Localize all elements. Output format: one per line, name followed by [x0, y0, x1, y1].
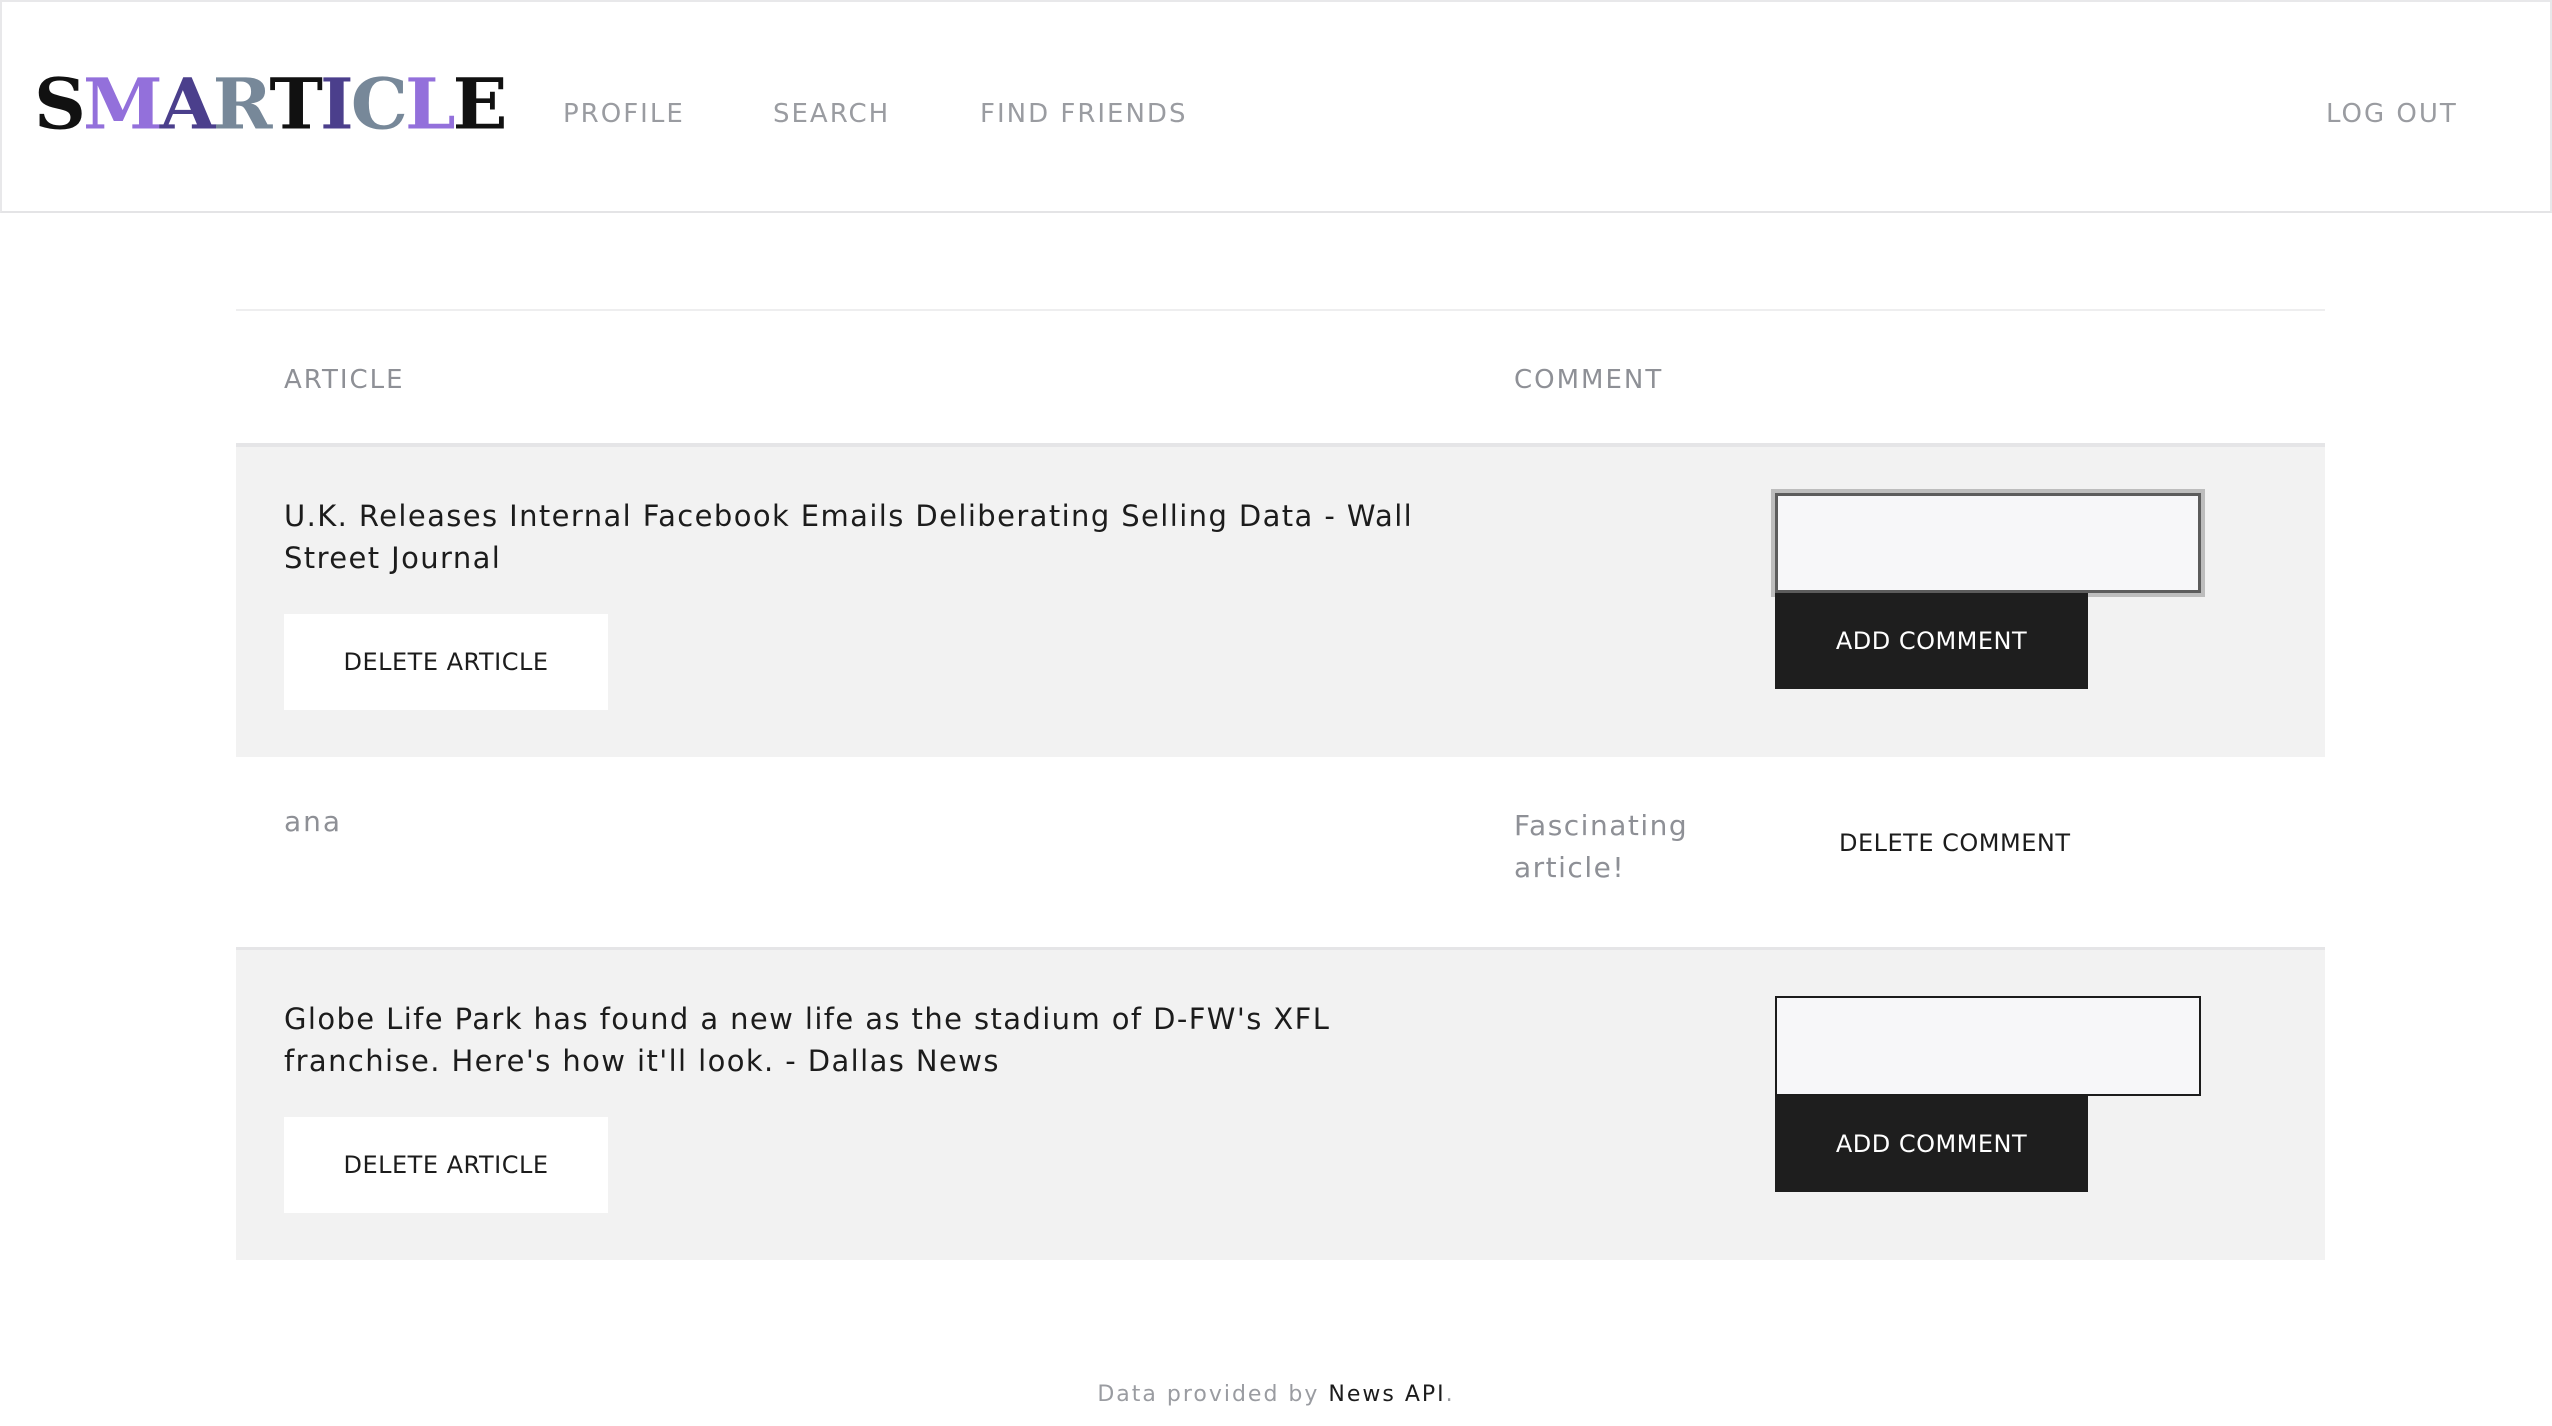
- nav-logout-link[interactable]: LOG OUT: [2326, 98, 2458, 130]
- column-header-article: ARTICLE: [284, 365, 405, 395]
- top-navbar: S M A R T I C L E PROFILE SEARCH FIND FR…: [0, 0, 2552, 213]
- logo-letter: C: [350, 61, 408, 146]
- comment-input[interactable]: [1775, 493, 2201, 593]
- add-comment-button[interactable]: ADD COMMENT: [1775, 593, 2088, 689]
- nav-find-friends-link[interactable]: FIND FRIENDS: [980, 98, 1187, 130]
- column-header-comment: COMMENT: [1514, 365, 1664, 395]
- nav-search-link[interactable]: SEARCH: [773, 98, 890, 130]
- logo-letter: S: [34, 61, 86, 146]
- add-comment-button[interactable]: ADD COMMENT: [1775, 1096, 2088, 1192]
- nav-profile-link[interactable]: PROFILE: [563, 98, 685, 130]
- article-title[interactable]: U.K. Releases Internal Facebook Emails D…: [284, 495, 1484, 579]
- news-api-link[interactable]: News API: [1328, 1382, 1445, 1407]
- footer-attribution: Data provided by News API.: [0, 1382, 2552, 1407]
- logo-letter: M: [83, 61, 163, 146]
- article-row: Globe Life Park has found a new life as …: [236, 950, 2325, 1260]
- delete-article-button[interactable]: DELETE ARTICLE: [284, 614, 608, 710]
- comment-text: Fascinating article!: [1514, 809, 1689, 884]
- comment-input[interactable]: [1775, 996, 2201, 1096]
- delete-comment-button[interactable]: DELETE COMMENT: [1775, 813, 2134, 873]
- footer-prefix: Data provided by: [1097, 1382, 1329, 1407]
- delete-article-button[interactable]: DELETE ARTICLE: [284, 1117, 608, 1213]
- logo-letter: T: [269, 61, 323, 146]
- comment-row: ana Fascinating article! DELETE COMMENT: [236, 757, 2325, 950]
- logo-letter: I: [320, 61, 354, 146]
- logo-letter: A: [159, 61, 216, 146]
- comment-username: ana: [284, 805, 343, 838]
- table-header: ARTICLE COMMENT: [236, 311, 2325, 447]
- logo-letter: R: [212, 61, 273, 146]
- article-title[interactable]: Globe Life Park has found a new life as …: [284, 998, 1484, 1082]
- logo-letter: E: [452, 61, 508, 146]
- articles-table: ARTICLE COMMENT U.K. Releases Internal F…: [236, 309, 2325, 1260]
- logo-letter: L: [405, 61, 456, 146]
- smarticle-logo[interactable]: S M A R T I C L E: [34, 61, 508, 146]
- article-row: U.K. Releases Internal Facebook Emails D…: [236, 447, 2325, 757]
- footer-suffix: .: [1445, 1382, 1455, 1407]
